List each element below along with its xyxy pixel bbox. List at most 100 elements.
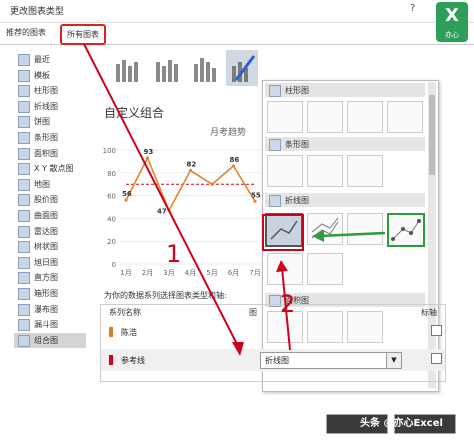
combo-subtype-thumb[interactable]	[150, 50, 182, 86]
chart-type-label: 条形图	[34, 133, 58, 142]
chart-type-label: 地图	[34, 179, 50, 189]
series-row: 陈浩	[101, 321, 445, 343]
x-tick-label: 7月	[249, 269, 260, 277]
chart-type-label: 折线图	[34, 101, 58, 111]
chart-type-icon	[18, 163, 30, 176]
stacked-line-thumb[interactable]	[307, 213, 343, 245]
gallery-thumb[interactable]	[307, 155, 343, 187]
column-line-axis-icon	[156, 60, 178, 82]
line-icon	[270, 220, 298, 240]
chart-type-label: 饼图	[34, 117, 50, 127]
chart-type-list: 最近 模板 柱形图 折线图 饼图 条形图 面积图 X Y 散点图 地图 股价图 曲面图 雷达图 树状图旭…	[0, 48, 90, 443]
series-instruction: 为你的数据系列选择图表类型和轴:	[104, 291, 227, 300]
column-line-icon	[116, 60, 138, 82]
gallery-thumb[interactable]	[267, 101, 303, 133]
chart-type-label: 面积图	[34, 148, 58, 158]
combo-subtype-row	[100, 50, 260, 96]
col-chart-type: 图	[249, 308, 257, 317]
area-column-icon	[194, 58, 216, 82]
chart-type-label: 直方图	[34, 273, 58, 283]
preview-chart: 0 20 40 60 80 100 1月 2月 3月 4月 5月 6月 7月 56 93 82 86 55 47	[103, 147, 261, 277]
gallery-section-column: 柱形图	[265, 83, 425, 97]
chart-type-item[interactable]: 组合图	[14, 332, 86, 348]
gallery-thumb[interactable]	[267, 253, 303, 285]
series-name: 陈浩	[121, 328, 137, 337]
tab-bar: 推荐的图表 所有图表	[0, 22, 474, 45]
chart-type-icon	[18, 147, 30, 160]
data-label: 47	[157, 207, 167, 215]
chevron-down-icon[interactable]: ▼	[386, 353, 401, 368]
gallery-section-line: 折线图	[265, 193, 425, 207]
tab-all-charts[interactable]: 所有图表	[60, 24, 106, 45]
chart-type-label: 股价图	[34, 195, 58, 205]
percent-line-thumb[interactable]	[347, 213, 383, 245]
y-tick-label: 0	[112, 261, 116, 269]
series-table: 系列名称 图 标轴 陈浩 参考线	[100, 304, 446, 382]
secondary-axis-checkbox[interactable]	[431, 353, 442, 364]
secondary-axis-checkbox[interactable]	[431, 325, 442, 336]
column-chart-icon	[269, 85, 281, 97]
chart-type-label: 雷达图	[34, 226, 58, 236]
chart-type-label: 模板	[34, 70, 50, 80]
line-thumb-selected[interactable]	[265, 213, 303, 247]
gallery-scroll-thumb[interactable]	[429, 95, 435, 175]
chart-type-icon	[18, 178, 30, 191]
y-tick-label: 20	[107, 238, 116, 246]
title-bar: 更改图表类型 ?	[0, 0, 474, 23]
chart-type-label: 组合图	[34, 335, 58, 345]
chart-type-icon	[18, 241, 30, 254]
combo-subtype-thumb[interactable]	[110, 50, 142, 86]
chart-type-label: 曲面图	[34, 211, 58, 220]
combo-subtype-thumb[interactable]	[188, 50, 220, 86]
data-point	[253, 199, 257, 203]
data-label: 55	[251, 191, 261, 199]
x-tick-label: 4月	[185, 269, 196, 277]
data-point	[145, 156, 150, 160]
gallery-thumb[interactable]	[347, 101, 383, 133]
gallery-thumb[interactable]	[307, 253, 343, 285]
custom-combo-thumb[interactable]	[226, 50, 258, 86]
chart-type-icon	[18, 194, 30, 207]
chart-type-icon	[18, 288, 30, 300]
x-tick-label: 1月	[120, 269, 131, 277]
gallery-thumb[interactable]	[307, 101, 343, 133]
chart-type-value: 折线图	[265, 356, 289, 365]
y-tick-label: 40	[107, 215, 116, 223]
chart-type-icon	[18, 54, 30, 66]
chart-type-label: 最近	[34, 55, 50, 64]
chart-type-icon	[18, 319, 30, 332]
series-color-swatch	[109, 355, 113, 365]
chart-type-label: 树状图	[34, 242, 58, 252]
window-title: 更改图表类型	[10, 7, 65, 17]
chart-type-icon	[18, 132, 30, 144]
line-markers-icon	[391, 219, 421, 241]
chart-type-label: 箱形图	[34, 289, 58, 298]
y-tick-label: 60	[107, 193, 116, 201]
series-color-swatch	[109, 327, 113, 337]
chart-type-icon	[18, 100, 30, 113]
chart-type-label: 柱形图	[34, 86, 58, 96]
line-chart-icon	[269, 195, 281, 207]
data-point	[188, 168, 193, 173]
chart-type-icon	[18, 225, 30, 238]
chart-type-label: X Y 散点图	[34, 164, 74, 174]
line-markers-thumb[interactable]	[387, 213, 425, 247]
x-tick-label: 3月	[163, 269, 174, 277]
chart-type-select[interactable]: 折线图 ▼	[260, 352, 402, 369]
col-series-name: 系列名称	[109, 308, 141, 317]
data-point	[124, 198, 128, 202]
chart-type-icon	[18, 210, 30, 222]
x-tick-label: 5月	[206, 269, 217, 277]
series-name: 参考线	[121, 356, 145, 365]
data-label: 93	[144, 148, 154, 156]
gallery-thumb[interactable]	[347, 155, 383, 187]
help-icon[interactable]: ?	[410, 3, 415, 14]
chart-type-icon	[18, 334, 30, 347]
tab-recommended[interactable]: 推荐的图表	[6, 27, 46, 38]
gallery-thumb[interactable]	[387, 101, 423, 133]
y-tick-label: 80	[107, 170, 116, 178]
chart-type-label: 瀑布图	[34, 304, 58, 314]
gallery-thumb[interactable]	[267, 155, 303, 187]
stacked-line-icon	[311, 217, 339, 239]
custom-combo-icon	[232, 55, 256, 82]
